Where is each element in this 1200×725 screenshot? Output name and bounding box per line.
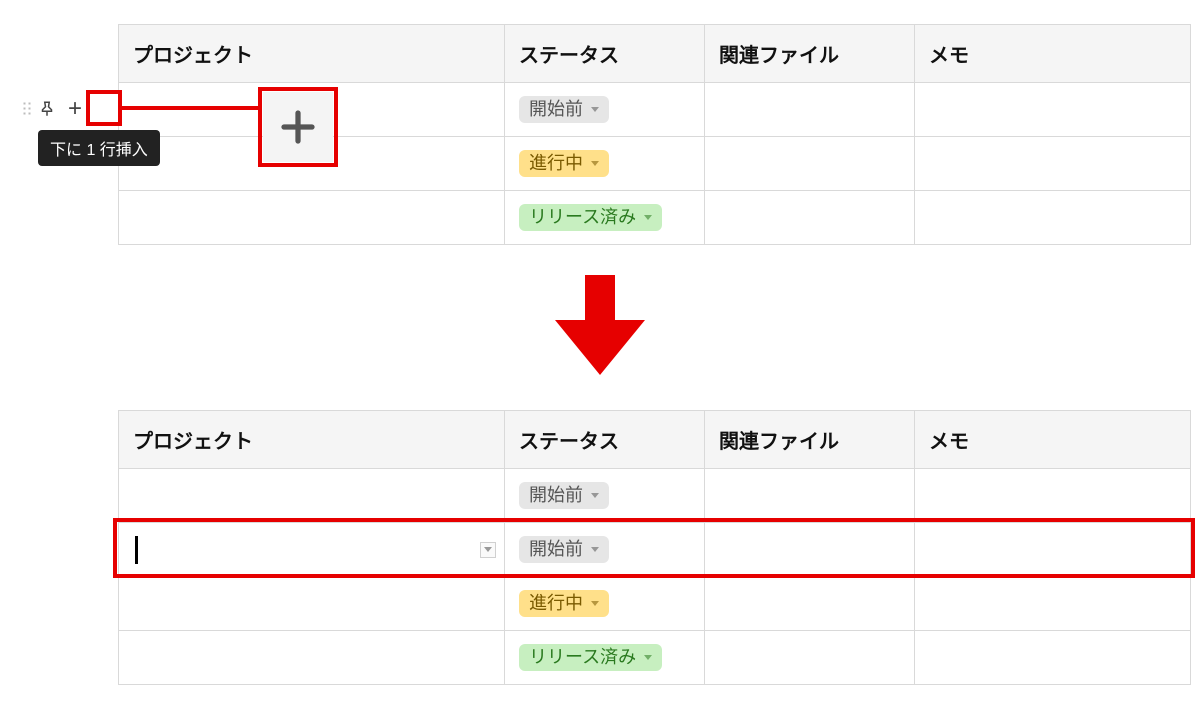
status-label: 進行中 [529,153,583,175]
pin-icon[interactable] [38,100,56,118]
status-pill-in-progress[interactable]: 進行中 [519,590,609,618]
cell-project[interactable] [119,191,505,245]
cell-memo[interactable] [915,523,1191,577]
status-label: 開始前 [529,485,583,507]
cell-status[interactable]: 開始前 [505,523,705,577]
text-cursor [135,536,138,564]
status-pill-released[interactable]: リリース済み [519,644,662,672]
status-pill-released[interactable]: リリース済み [519,204,662,232]
status-pill-not-started[interactable]: 開始前 [519,536,609,564]
chevron-down-icon [644,215,652,220]
cell-file[interactable] [705,577,915,631]
cell-status[interactable]: リリース済み [505,191,705,245]
cell-file[interactable] [705,137,915,191]
table-row[interactable]: リリース済み [119,631,1191,685]
col-header-status[interactable]: ステータス [505,411,705,469]
drag-handle-icon[interactable] [22,101,32,117]
add-row-button[interactable]: + [62,96,88,122]
col-header-project[interactable]: プロジェクト [119,411,505,469]
cell-status[interactable]: リリース済み [505,631,705,685]
table-row[interactable]: リリース済み [119,191,1191,245]
chevron-down-icon [591,601,599,606]
table-row[interactable]: 開始前 [119,469,1191,523]
col-header-file[interactable]: 関連ファイル [705,411,915,469]
chevron-down-icon [591,547,599,552]
cell-project[interactable] [119,577,505,631]
col-header-memo[interactable]: メモ [915,25,1191,83]
col-header-file[interactable]: 関連ファイル [705,25,915,83]
chevron-down-icon [644,655,652,660]
cell-file[interactable] [705,631,915,685]
arrow-down-icon [550,275,650,375]
col-header-memo[interactable]: メモ [915,411,1191,469]
cell-memo[interactable] [915,631,1191,685]
cell-project[interactable] [119,631,505,685]
status-pill-not-started[interactable]: 開始前 [519,96,609,124]
col-header-project[interactable]: プロジェクト [119,25,505,83]
row-gutter: + [22,96,88,122]
table-header-row: プロジェクト ステータス 関連ファイル メモ [119,25,1191,83]
cell-memo[interactable] [915,137,1191,191]
chevron-down-icon [591,107,599,112]
table-row[interactable]: 進行中 [119,577,1191,631]
cell-status[interactable]: 開始前 [505,469,705,523]
tooltip-insert-below: 下に 1 行挿入 [38,130,160,166]
status-label: リリース済み [529,207,636,229]
cell-status[interactable]: 進行中 [505,137,705,191]
cell-file[interactable] [705,523,915,577]
cell-memo[interactable] [915,577,1191,631]
cell-status[interactable]: 進行中 [505,577,705,631]
cell-project-editing[interactable] [119,523,505,577]
table-row-new[interactable]: 開始前 [119,523,1191,577]
cell-memo[interactable] [915,469,1191,523]
table-header-row: プロジェクト ステータス 関連ファイル メモ [119,411,1191,469]
chevron-down-icon [591,493,599,498]
chevron-down-icon [591,161,599,166]
cell-project[interactable] [119,469,505,523]
col-header-status[interactable]: ステータス [505,25,705,83]
cell-status[interactable]: 開始前 [505,83,705,137]
cell-memo[interactable] [915,191,1191,245]
cell-file[interactable] [705,469,915,523]
cell-file[interactable] [705,83,915,137]
cell-dropdown-icon[interactable] [480,542,496,558]
status-label: リリース済み [529,647,636,669]
cell-memo[interactable] [915,83,1191,137]
status-label: 進行中 [529,593,583,615]
add-row-zoom [263,92,333,162]
status-pill-in-progress[interactable]: 進行中 [519,150,609,178]
table-after: プロジェクト ステータス 関連ファイル メモ 開始前 [118,410,1191,685]
cell-file[interactable] [705,191,915,245]
status-pill-not-started[interactable]: 開始前 [519,482,609,510]
annotation-box-small [86,90,122,126]
status-label: 開始前 [529,99,583,121]
status-label: 開始前 [529,539,583,561]
